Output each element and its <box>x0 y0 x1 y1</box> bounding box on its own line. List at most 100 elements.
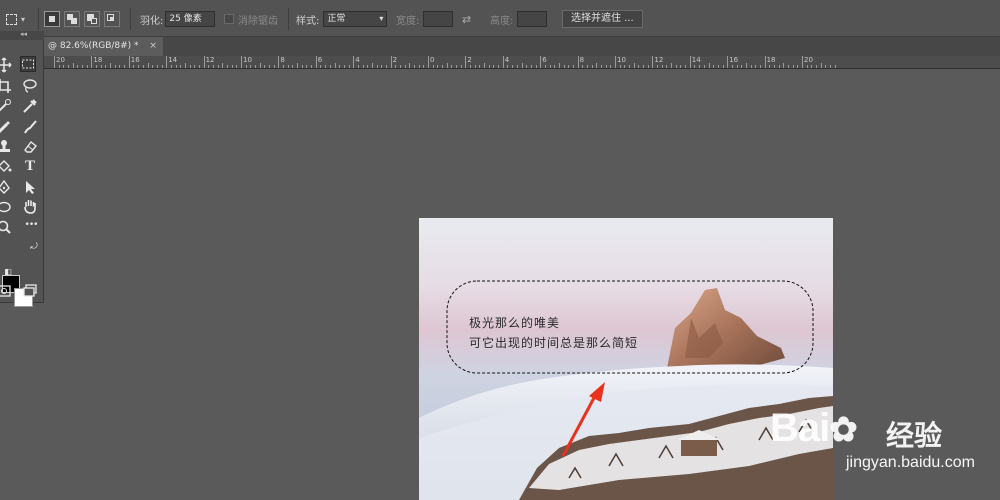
paint-bucket-tool-icon[interactable] <box>0 159 12 175</box>
ruler-tick <box>133 65 135 68</box>
ruler-label: 2 <box>392 56 398 64</box>
ruler-tick <box>320 65 322 68</box>
ruler-tick <box>484 63 486 68</box>
pen-tool-icon[interactable] <box>0 179 12 195</box>
crop-tool-icon[interactable] <box>0 78 12 94</box>
ruler-tick <box>226 65 228 68</box>
ruler-tick <box>301 65 303 68</box>
ruler-tick <box>582 65 584 68</box>
feather-input[interactable]: 25 像素 <box>165 11 216 27</box>
hand-tool-icon[interactable] <box>22 198 38 214</box>
lasso-tool-icon[interactable] <box>22 78 38 94</box>
ruler-tick <box>596 63 598 68</box>
width-label: 宽度: <box>396 15 420 27</box>
marquee-preset-picker[interactable]: ▾ <box>6 10 25 28</box>
ruler-tick <box>755 65 757 68</box>
subtract-selection-button[interactable] <box>84 11 100 27</box>
ruler-tick <box>287 65 289 68</box>
ruler-tick <box>236 65 238 68</box>
ruler-tick <box>465 56 467 68</box>
ruler-tick <box>802 56 803 68</box>
ruler-tick <box>572 65 574 68</box>
close-icon[interactable]: × <box>149 41 157 51</box>
ruler-tick <box>166 56 168 68</box>
width-input[interactable] <box>423 11 454 27</box>
ruler-tick <box>512 65 514 68</box>
ruler-label: 16 <box>729 56 739 64</box>
ruler-tick <box>759 65 761 68</box>
ruler-label: 12 <box>205 56 215 64</box>
antialias-checkbox[interactable] <box>224 14 234 24</box>
ruler-tick <box>694 65 696 68</box>
ruler-label: 8 <box>579 56 585 64</box>
watermark-cn: 经验 <box>886 419 943 452</box>
rect-marquee-tool-icon[interactable] <box>20 56 36 72</box>
ruler-tick <box>703 65 705 68</box>
ruler-tick <box>306 65 308 68</box>
ruler-tick <box>549 65 551 68</box>
ruler-tick <box>77 65 79 68</box>
ruler-tick <box>222 63 224 68</box>
ruler-label: 8 <box>280 56 285 64</box>
healing-brush-tool-icon[interactable] <box>0 119 12 135</box>
eyedropper-tool-icon[interactable] <box>22 98 38 114</box>
ruler-tick <box>488 65 490 68</box>
height-label: 高度: <box>490 15 514 27</box>
ruler-tick <box>245 65 247 68</box>
ruler-tick <box>54 56 55 68</box>
ruler-tick <box>666 65 668 68</box>
swap-width-height-button[interactable]: ⇄ <box>462 10 471 28</box>
new-selection-button[interactable] <box>44 11 60 27</box>
ruler-tick <box>717 65 719 68</box>
ruler-label: 18 <box>766 56 776 64</box>
screen-mode-icon[interactable] <box>22 283 38 299</box>
ruler-label: 6 <box>317 56 323 64</box>
ruler-tick <box>353 56 355 68</box>
ellipse-tool-icon[interactable] <box>0 199 12 215</box>
ruler-tick <box>311 65 313 68</box>
canvas-text-line-2: 可它出现的时间总是那么简短 <box>469 336 639 350</box>
ruler-tick <box>362 65 364 68</box>
panel-grip[interactable]: ◂◂ <box>0 30 44 40</box>
chevron-down-icon: ▾ <box>21 14 26 24</box>
ruler-tick <box>750 65 752 68</box>
default-colors-icon[interactable]: ◧ <box>0 264 16 280</box>
path-select-tool-icon[interactable] <box>22 179 38 195</box>
select-and-mask-button[interactable]: 选择并遮住 ... <box>562 10 643 28</box>
ruler-tick <box>404 65 406 68</box>
document-tab-title: @ 82.6%(RGB/8#) * <box>48 41 139 51</box>
ruler-tick <box>259 63 261 68</box>
ruler-tick <box>138 65 140 68</box>
ruler-tick <box>671 63 673 68</box>
ruler-tick <box>479 65 481 68</box>
document-tab-bar: @ 82.6%(RGB/8#) * × <box>0 37 1000 56</box>
ruler-tick <box>184 63 186 68</box>
more-tools-icon[interactable]: ••• <box>20 217 42 233</box>
clone-stamp-tool-icon[interactable] <box>0 139 12 155</box>
style-select[interactable]: 正常 ▾ <box>323 11 388 27</box>
height-input[interactable] <box>517 11 548 27</box>
ruler-tick <box>713 65 715 68</box>
ruler-tick <box>124 65 126 68</box>
ruler-tick <box>456 65 458 68</box>
quick-select-tool-icon[interactable] <box>0 98 12 114</box>
ruler-tick <box>255 65 257 68</box>
ruler-tick <box>493 65 495 68</box>
eraser-tool-icon[interactable] <box>22 139 38 155</box>
ruler-tick <box>633 63 635 68</box>
add-selection-button[interactable] <box>64 11 80 27</box>
intersect-selection-button[interactable] <box>104 11 120 27</box>
quick-mask-icon[interactable] <box>0 283 12 299</box>
ruler-tick <box>161 65 163 68</box>
type-tool-icon[interactable]: T <box>22 158 38 174</box>
swap-colors-icon[interactable]: ⤾ <box>26 239 42 255</box>
move-tool-icon[interactable] <box>0 57 12 73</box>
brush-tool-icon[interactable] <box>22 119 38 135</box>
ruler-tick <box>629 65 631 68</box>
zoom-tool-icon[interactable] <box>0 219 12 235</box>
ruler-tick <box>110 63 112 68</box>
ruler-tick <box>825 65 827 68</box>
horizontal-ruler[interactable]: 20 18 16 14 12 10 8 6 4 2 0 2 4 6 8 10 12 14 16 18 20 <box>44 56 1000 69</box>
document-tab[interactable]: @ 82.6%(RGB/8#) * × <box>44 37 163 56</box>
ruler-tick <box>348 65 350 68</box>
